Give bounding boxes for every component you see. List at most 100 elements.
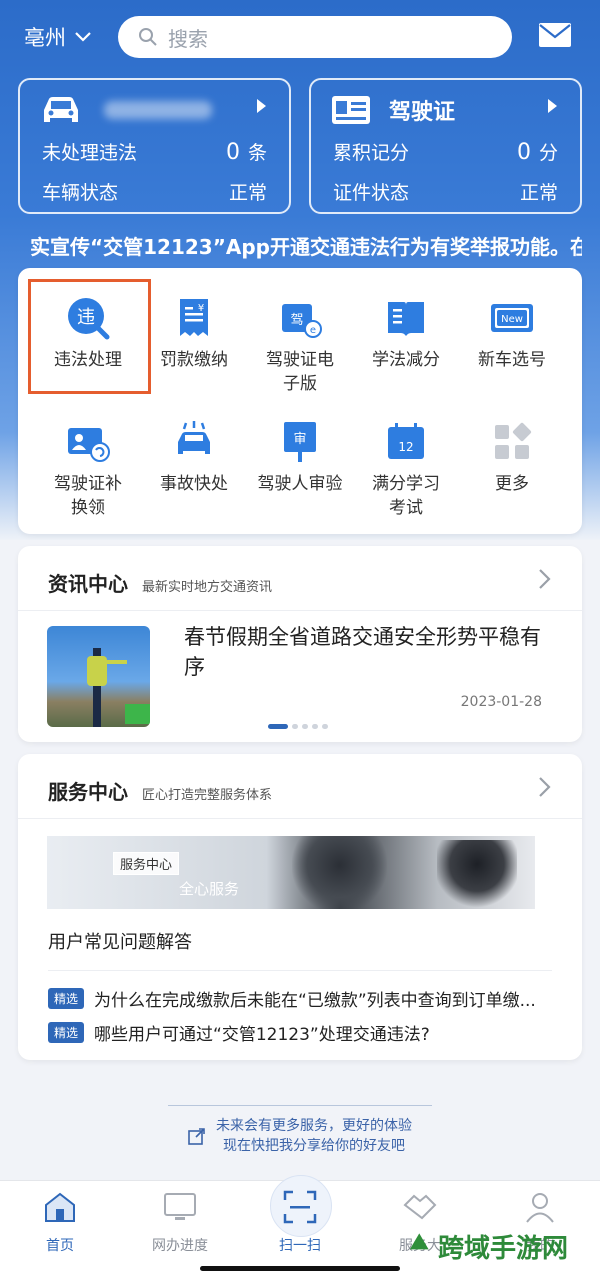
id-card-icon: [332, 96, 370, 124]
service-label: 驾驶证电: [266, 350, 334, 370]
service-license-replace[interactable]: 驾驶证补 换领: [33, 420, 143, 520]
news-thumbnail[interactable]: [47, 626, 150, 727]
service-full-score-exam[interactable]: 12 满分学习 考试: [351, 420, 461, 520]
violation-count: 0: [225, 140, 240, 165]
e-license-icon: 驾e: [278, 296, 322, 340]
news-title: 资讯中心: [48, 572, 128, 596]
mail-icon[interactable]: [538, 22, 572, 48]
search-icon: [139, 28, 157, 46]
license-title: 驾驶证: [389, 100, 456, 125]
divider: [18, 818, 582, 819]
chevron-right-icon[interactable]: [538, 568, 552, 590]
scan-icon: [283, 1190, 317, 1224]
notice-marquee[interactable]: 实宣传“交管12123”App开通交通违法行为有奖举报功能。在此: [22, 230, 582, 260]
violation-unit: 条: [247, 142, 267, 164]
new-plate-icon: New: [490, 296, 534, 340]
violation-search-icon: 违: [66, 296, 110, 340]
tab-label: 网办进度: [152, 1238, 208, 1254]
service-e-license[interactable]: 驾e 驾驶证电 子版: [245, 296, 355, 396]
license-status-value: 正常: [519, 182, 558, 204]
vehicle-card[interactable]: 未处理违法 0条 车辆状态 正常: [18, 78, 291, 214]
divider: [48, 970, 552, 971]
divider: [18, 610, 582, 611]
news-headline[interactable]: 春节假期全省道路交通安全形势平稳有序: [184, 622, 544, 682]
tab-scan[interactable]: 扫一扫: [250, 1175, 350, 1255]
watermark-logo: ⛰ 跨域手游网: [410, 1230, 569, 1264]
dot-active: [268, 724, 288, 729]
points-unit: 分: [538, 142, 558, 164]
service-label: 驾驶证补: [54, 474, 122, 494]
service-banner[interactable]: 服务中心 全心服务: [47, 836, 535, 909]
license-replace-icon: [66, 420, 110, 464]
search-placeholder: 搜索: [168, 26, 208, 51]
plate-number-blurred: [104, 101, 212, 119]
accident-icon: [172, 420, 216, 464]
faq-question: 为什么在完成缴款后未能在“已缴款”列表中查询到订单缴...: [94, 991, 536, 1011]
news-subtitle: 最新实时地方交通资讯: [142, 580, 273, 595]
dot: [302, 724, 308, 729]
calendar-icon: 12: [384, 420, 428, 464]
share-note[interactable]: 未来会有更多服务，更好的体验 现在快把我分享给你的好友吧: [0, 1110, 600, 1156]
faq-item[interactable]: 精选 为什么在完成缴款后未能在“已缴款”列表中查询到订单缴...: [48, 986, 554, 1011]
news-date: 2023-01-28: [460, 694, 542, 710]
service-center-subtitle: 匠心打造完整服务体系: [142, 788, 273, 803]
svg-text:违: 违: [77, 307, 95, 328]
svg-text:New: New: [501, 314, 523, 325]
featured-tag: 精选: [48, 988, 85, 1009]
home-indicator: [200, 1266, 400, 1271]
service-new-plate[interactable]: New 新车选号: [457, 296, 567, 372]
notice-text: 实宣传“交管12123”App开通交通违法行为有奖举报功能。在此: [30, 234, 582, 259]
svg-text:审: 审: [293, 432, 306, 447]
search-input[interactable]: 搜索: [118, 16, 512, 58]
caret-right-icon: [548, 99, 557, 113]
service-label: 事故快处: [160, 474, 228, 494]
vehicle-status-value: 正常: [228, 182, 267, 204]
faq-item[interactable]: 精选 哪些用户可通过“交管12123”处理交通违法?: [48, 1020, 554, 1045]
service-center-title: 服务中心: [48, 780, 128, 804]
service-more[interactable]: 更多: [457, 420, 567, 496]
city-label: 亳州: [24, 26, 66, 50]
service-label: 更多: [495, 474, 529, 494]
svg-text:12: 12: [398, 440, 413, 454]
service-label: 新车选号: [478, 350, 546, 370]
review-icon: 审: [278, 420, 322, 464]
tab-progress[interactable]: 网办进度: [130, 1189, 230, 1255]
svg-text:驾: 驾: [290, 313, 303, 328]
banner-text: 全心服务: [179, 880, 240, 898]
points-value: 0: [516, 140, 531, 165]
violation-label: 未处理违法: [42, 142, 138, 164]
vehicle-status-label: 车辆状态: [42, 182, 119, 204]
service-label: 驾驶人审验: [257, 474, 343, 494]
license-card[interactable]: 驾驶证 累积记分 0分 证件状态 正常: [309, 78, 582, 214]
share-icon: [188, 1128, 205, 1145]
svg-text:¥: ¥: [198, 303, 204, 314]
monitor-icon: [164, 1193, 196, 1220]
book-icon: [384, 296, 428, 340]
service-fine-payment[interactable]: ¥ 罚款缴纳: [139, 296, 249, 372]
share-line2: 现在快把我分享给你的好友吧: [223, 1138, 405, 1154]
faq-title: 用户常见问题解答: [48, 932, 192, 953]
caret-right-icon: [257, 99, 266, 113]
dot: [292, 724, 298, 729]
news-card: 资讯中心 最新实时地方交通资讯 春节假期全省道路交通安全形势平稳有序 2023-…: [18, 546, 582, 742]
service-label: 学法减分: [372, 350, 440, 370]
service-driver-review[interactable]: 审 驾驶人审验: [245, 420, 355, 496]
service-label-line2: 子版: [283, 374, 317, 394]
chevron-right-icon[interactable]: [538, 776, 552, 798]
service-study-deduct[interactable]: 学法减分: [351, 296, 461, 372]
tab-label: 首页: [46, 1238, 74, 1254]
service-label: 违法处理: [54, 350, 122, 370]
city-selector[interactable]: 亳州: [24, 22, 92, 52]
tab-home[interactable]: 首页: [10, 1189, 110, 1255]
home-icon: [45, 1192, 75, 1222]
share-divider: [168, 1105, 432, 1106]
service-label-line2: 考试: [389, 498, 423, 518]
carousel-dots: [268, 724, 328, 729]
service-center-card: 服务中心 匠心打造完整服务体系 服务中心 全心服务 用户常见问题解答 精选 为什…: [18, 754, 582, 1060]
service-violation[interactable]: 违 违法处理: [33, 296, 143, 372]
watermark-text: 跨域手游网: [438, 1234, 569, 1264]
service-accident[interactable]: 事故快处: [139, 420, 249, 496]
chevron-down-icon: [75, 32, 91, 42]
car-icon: [44, 97, 78, 122]
more-grid-icon: [490, 420, 534, 464]
